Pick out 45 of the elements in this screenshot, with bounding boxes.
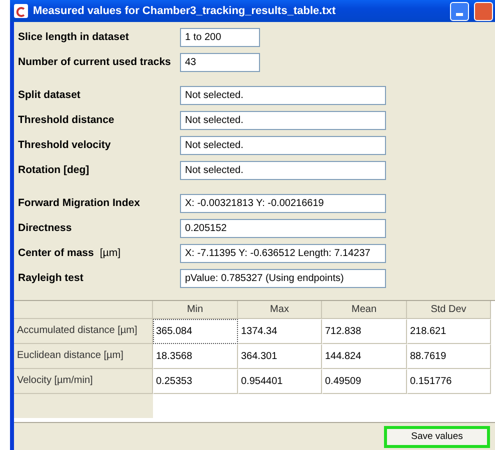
row-header: Accumulated distance [µm]: [14, 319, 153, 344]
window-title: Measured values for Chamber3_tracking_results_table.txt: [33, 4, 336, 19]
field-label: Threshold distance: [18, 112, 116, 128]
text-field[interactable]: X: -7.11395 Y: -0.636512 Length: 7.14237: [180, 244, 386, 263]
save-button[interactable]: Save values: [384, 426, 490, 448]
column-header: Mean: [322, 301, 407, 319]
field-label: Forward Migration Index: [18, 196, 141, 211]
row-header: Velocity [µm/min]: [14, 369, 153, 394]
text-field[interactable]: Not selected.: [180, 111, 386, 130]
table-cell[interactable]: 365.084: [153, 319, 238, 344]
table-cell[interactable]: 0.49509: [322, 369, 407, 394]
text-field[interactable]: 0.205152: [180, 219, 386, 238]
table-cell[interactable]: 144.824: [322, 344, 407, 369]
column-header: Min: [153, 301, 238, 319]
text-field[interactable]: X: -0.00321813 Y: -0.00216619: [180, 194, 386, 213]
text-field[interactable]: 43: [180, 53, 260, 72]
text-field[interactable]: pValue: 0.785327 (Using endpoints): [180, 269, 386, 288]
table-cell[interactable]: 0.25353: [153, 369, 238, 394]
field-label: Threshold velocity: [18, 138, 112, 153]
text-field[interactable]: Not selected.: [180, 136, 386, 155]
minimize-button[interactable]: [450, 2, 469, 20]
table-cell[interactable]: 712.838: [322, 319, 407, 344]
table-cell[interactable]: 18.3568: [153, 344, 238, 369]
unit-label: [µm]: [100, 246, 120, 259]
field-label: Rotation [deg]: [18, 162, 90, 178]
table-cell[interactable]: 0.151776: [407, 369, 491, 394]
text-field[interactable]: Not selected.: [180, 161, 386, 180]
app-logo-icon: [14, 4, 28, 18]
text-field[interactable]: 1 to 200: [180, 28, 260, 47]
table-cell[interactable]: 88.7619: [407, 344, 491, 369]
column-header: Std Dev: [407, 301, 491, 319]
column-header: Max: [238, 301, 322, 319]
field-label: Number of current used tracks: [18, 54, 172, 70]
field-label: Slice length in dataset: [18, 30, 130, 45]
table-cell[interactable]: 1374.34: [238, 319, 322, 344]
field-label: Center of mass: [18, 246, 94, 259]
text-field[interactable]: Not selected.: [180, 86, 386, 105]
table-cell[interactable]: 364.301: [238, 344, 322, 369]
field-label: Directness: [18, 220, 73, 236]
row-header: Euclidean distance [µm]: [14, 344, 153, 369]
field-label: Split dataset: [18, 88, 82, 103]
table-cell[interactable]: 218.621: [407, 319, 491, 344]
field-label: Rayleigh test: [18, 270, 84, 286]
table-cell[interactable]: 0.954401: [238, 369, 322, 394]
close-button[interactable]: [474, 2, 493, 20]
